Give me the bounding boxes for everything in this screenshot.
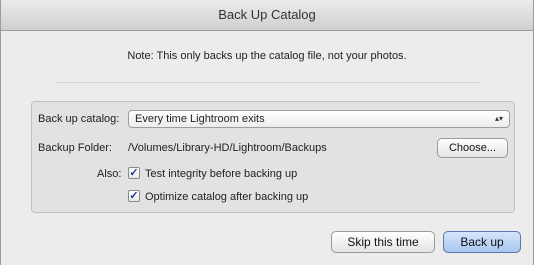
optimize-catalog-checkbox[interactable]: ✓ — [128, 190, 140, 202]
backup-frequency-value: Every time Lightroom exits — [135, 113, 265, 125]
updown-chevron-icon: ▴▾ — [494, 114, 503, 123]
note-text: Note: This only backs up the catalog fil… — [127, 50, 407, 62]
optimize-catalog-label[interactable]: Optimize catalog after backing up — [145, 191, 308, 203]
test-integrity-label[interactable]: Test integrity before backing up — [145, 168, 297, 180]
backup-folder-label: Backup Folder: — [38, 142, 112, 154]
backup-frequency-select[interactable]: Every time Lightroom exits ▴▾ — [128, 110, 510, 128]
back-up-button[interactable]: Back up — [443, 231, 521, 253]
backup-catalog-label: Back up catalog: — [38, 113, 120, 125]
checkmark-icon: ✓ — [129, 190, 139, 202]
skip-this-time-button[interactable]: Skip this time — [331, 231, 435, 253]
test-integrity-checkbox[interactable]: ✓ — [128, 167, 140, 179]
separator — [55, 82, 481, 84]
choose-folder-button[interactable]: Choose... — [437, 138, 508, 158]
also-label: Also: — [97, 168, 122, 180]
window-title: Back Up Catalog — [1, 0, 533, 31]
backup-catalog-dialog: Back Up Catalog Note: This only backs up… — [0, 0, 534, 265]
checkmark-icon: ✓ — [129, 167, 139, 179]
backup-folder-path: /Volumes/Library-HD/Lightroom/Backups — [128, 142, 327, 154]
backup-settings-group: Back up catalog: Every time Lightroom ex… — [31, 101, 515, 213]
